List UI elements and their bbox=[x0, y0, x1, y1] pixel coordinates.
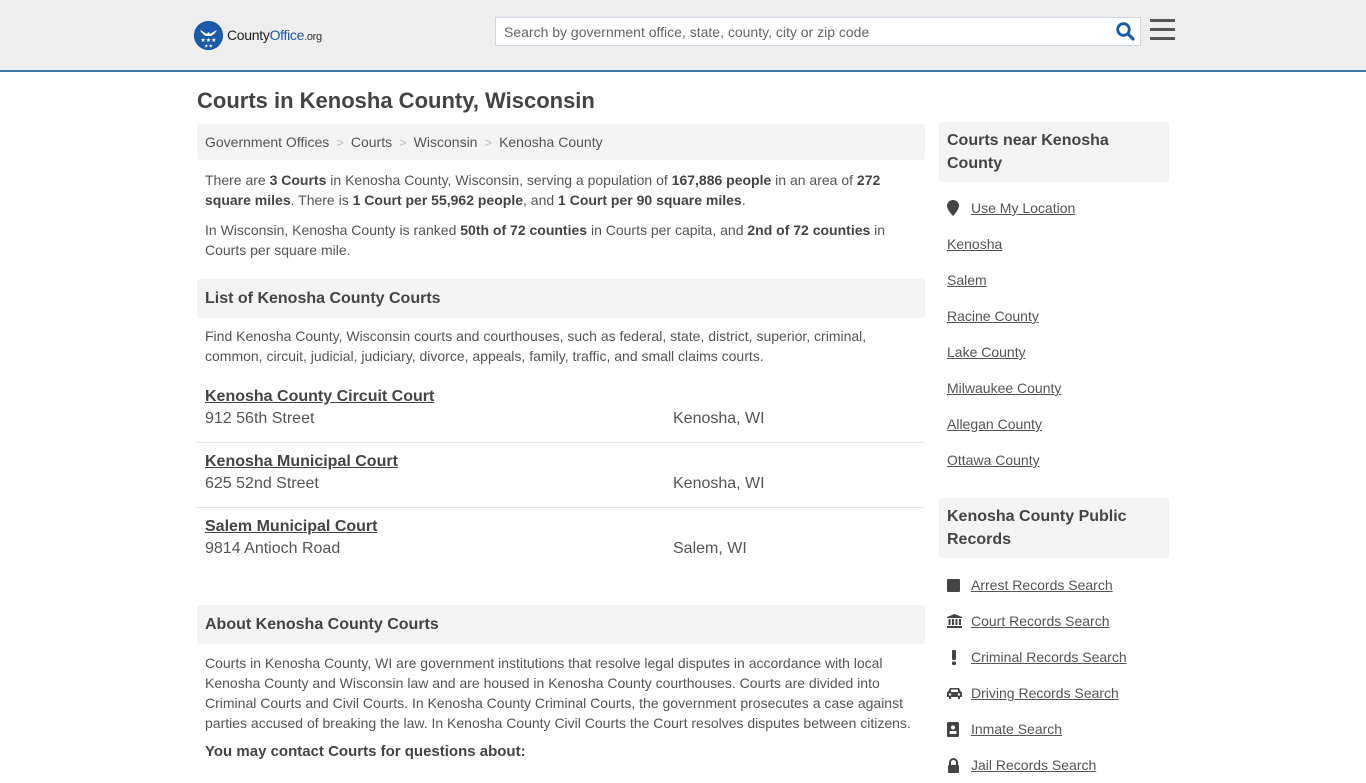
inmate-search-link[interactable]: Inmate Search bbox=[971, 721, 1062, 737]
id-badge-icon bbox=[947, 721, 963, 737]
nearby-item: Kenosha bbox=[947, 226, 1161, 262]
nearby-link-lake-county[interactable]: Lake County bbox=[947, 344, 1026, 360]
breadcrumb-separator: > bbox=[336, 134, 344, 150]
records-item: Driving Records Search bbox=[947, 675, 1161, 711]
about-section-body: Courts in Kenosha County, WI are governm… bbox=[205, 655, 911, 731]
breadcrumb-courts[interactable]: Courts bbox=[351, 134, 392, 150]
court-address: 9814 Antioch Road bbox=[205, 540, 341, 557]
nearby-courts-heading: Courts near Kenosha County bbox=[939, 122, 1169, 182]
hamburger-menu-icon[interactable] bbox=[1150, 19, 1175, 41]
records-item: Court Records Search bbox=[947, 603, 1161, 639]
nearby-courts-list: Use My Location Kenosha Salem Racine Cou… bbox=[939, 190, 1169, 478]
breadcrumb-separator: > bbox=[484, 134, 493, 150]
criminal-records-link[interactable]: Criminal Records Search bbox=[971, 649, 1127, 665]
map-marker-icon bbox=[947, 200, 963, 216]
public-records-list: Arrest Records Search Court Records Sear… bbox=[939, 567, 1169, 783]
list-section-heading: List of Kenosha County Courts bbox=[197, 279, 925, 318]
nearby-item: Lake County bbox=[947, 334, 1161, 370]
records-item: Inmate Search bbox=[947, 711, 1161, 747]
contact-heading: You may contact Courts for questions abo… bbox=[205, 743, 526, 760]
search-button[interactable] bbox=[1110, 18, 1140, 45]
breadcrumb-separator: > bbox=[399, 134, 407, 150]
car-icon bbox=[947, 687, 963, 699]
about-section-heading: About Kenosha County Courts bbox=[197, 605, 925, 644]
nearby-link-kenosha[interactable]: Kenosha bbox=[947, 236, 1002, 252]
nearby-item: Milwaukee County bbox=[947, 370, 1161, 406]
courthouse-icon bbox=[947, 614, 963, 628]
square-icon bbox=[947, 578, 963, 592]
search-bar bbox=[495, 17, 1141, 46]
court-city: Kenosha, WI bbox=[673, 475, 765, 492]
nearby-item: Racine County bbox=[947, 298, 1161, 334]
sidebar: Courts near Kenosha County Use My Locati… bbox=[939, 122, 1169, 783]
use-my-location-link[interactable]: Use My Location bbox=[971, 200, 1075, 216]
records-item: Arrest Records Search bbox=[947, 567, 1161, 603]
summary-population: There are 3 Courts in Kenosha County, Wi… bbox=[205, 172, 881, 208]
search-input[interactable] bbox=[496, 18, 1110, 45]
exclamation-icon bbox=[947, 649, 963, 665]
court-city: Salem, WI bbox=[673, 540, 747, 557]
summary-ranking: In Wisconsin, Kenosha County is ranked 5… bbox=[205, 222, 886, 258]
svg-text:★★: ★★ bbox=[204, 43, 213, 49]
arrest-records-link[interactable]: Arrest Records Search bbox=[971, 577, 1113, 593]
records-item: Jail Records Search bbox=[947, 747, 1161, 783]
breadcrumb-government-offices[interactable]: Government Offices bbox=[205, 134, 329, 150]
nearby-link-ottawa-county[interactable]: Ottawa County bbox=[947, 452, 1040, 468]
court-name-link[interactable]: Salem Municipal Court bbox=[205, 518, 377, 536]
list-section-description: Find Kenosha County, Wisconsin courts an… bbox=[205, 328, 867, 364]
nearby-link-racine-county[interactable]: Racine County bbox=[947, 308, 1039, 324]
public-records-heading: Kenosha County Public Records bbox=[939, 498, 1169, 558]
court-list-item: Kenosha Municipal Court 625 52nd Street … bbox=[197, 443, 925, 508]
use-my-location-item: Use My Location bbox=[947, 190, 1161, 226]
court-city: Kenosha, WI bbox=[673, 410, 765, 427]
nearby-item: Ottawa County bbox=[947, 442, 1161, 478]
search-icon bbox=[1115, 22, 1135, 41]
court-records-link[interactable]: Court Records Search bbox=[971, 613, 1110, 629]
breadcrumb: Government Offices > Courts > Wisconsin … bbox=[197, 124, 925, 160]
records-item: Criminal Records Search bbox=[947, 639, 1161, 675]
court-list-item: Kenosha County Circuit Court 912 56th St… bbox=[197, 378, 925, 443]
court-name-link[interactable]: Kenosha County Circuit Court bbox=[205, 388, 434, 406]
nearby-link-salem[interactable]: Salem bbox=[947, 272, 987, 288]
lock-icon bbox=[947, 757, 963, 773]
court-list-item: Salem Municipal Court 9814 Antioch Road … bbox=[197, 508, 925, 573]
court-list: Kenosha County Circuit Court 912 56th St… bbox=[197, 378, 925, 573]
page-title: Courts in Kenosha County, Wisconsin bbox=[197, 88, 595, 113]
nearby-item: Allegan County bbox=[947, 406, 1161, 442]
site-header: ★★★ ★★ CountyOffice.org bbox=[0, 0, 1366, 72]
nearby-item: Salem bbox=[947, 262, 1161, 298]
breadcrumb-kenosha-county[interactable]: Kenosha County bbox=[499, 134, 603, 150]
driving-records-link[interactable]: Driving Records Search bbox=[971, 685, 1119, 701]
court-address: 625 52nd Street bbox=[205, 475, 319, 492]
site-logo[interactable]: ★★★ ★★ CountyOffice.org bbox=[194, 20, 322, 50]
breadcrumb-wisconsin[interactable]: Wisconsin bbox=[414, 134, 478, 150]
nearby-link-milwaukee-county[interactable]: Milwaukee County bbox=[947, 380, 1061, 396]
jail-records-link[interactable]: Jail Records Search bbox=[971, 757, 1096, 773]
main-content: Government Offices > Courts > Wisconsin … bbox=[197, 124, 925, 760]
court-name-link[interactable]: Kenosha Municipal Court bbox=[205, 453, 398, 471]
nearby-link-allegan-county[interactable]: Allegan County bbox=[947, 416, 1042, 432]
court-address: 912 56th Street bbox=[205, 410, 315, 427]
logo-text: CountyOffice.org bbox=[227, 27, 322, 43]
eagle-logo-icon: ★★★ ★★ bbox=[194, 20, 223, 50]
